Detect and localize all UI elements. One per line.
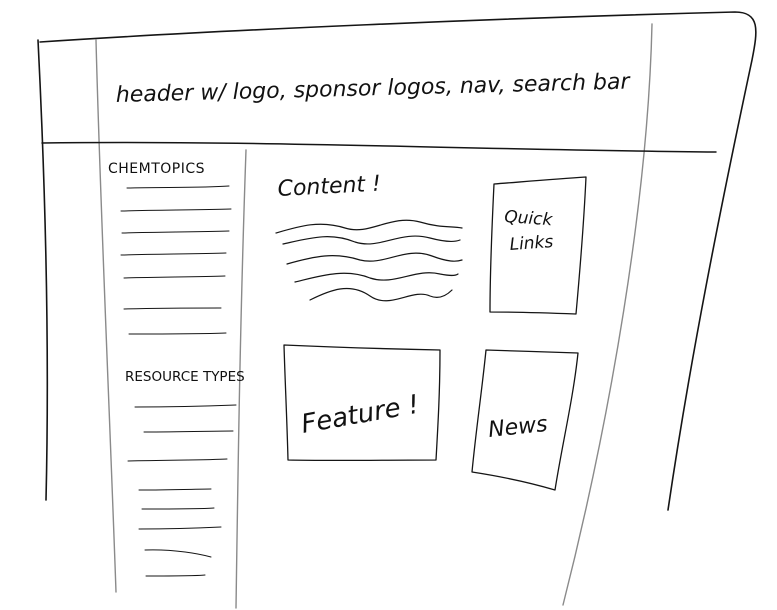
list-line	[127, 458, 228, 462]
list-line	[121, 230, 230, 234]
header-separator	[41, 141, 717, 153]
content-text-squiggles	[275, 219, 463, 302]
list-line	[138, 488, 212, 491]
list-line	[128, 332, 227, 335]
sidebar-title-chemtopics: CHEMTOPICS	[108, 161, 205, 177]
list-line	[120, 252, 227, 256]
list-line	[120, 208, 232, 212]
squiggle-line	[282, 235, 461, 245]
content-label: Content !	[277, 172, 381, 202]
squiggle-line	[275, 219, 463, 234]
list-line	[126, 185, 230, 189]
sidebar-list-chemtopics	[120, 185, 232, 335]
list-line	[143, 430, 234, 433]
column-guide-left	[95, 39, 117, 593]
squiggle-line	[309, 287, 453, 302]
page-frame-left	[37, 39, 49, 501]
list-line	[123, 275, 226, 279]
quick-links-label-line2: Links	[509, 232, 554, 255]
sidebar-list-resource-types	[127, 404, 237, 577]
list-line	[145, 574, 206, 577]
squiggle-line	[286, 252, 463, 265]
squiggle-line	[294, 272, 459, 283]
list-line	[144, 549, 212, 558]
list-line	[138, 526, 222, 530]
list-line	[123, 307, 222, 310]
list-line	[134, 404, 237, 408]
feature-label: Feature !	[299, 390, 421, 440]
list-line	[141, 507, 215, 510]
sidebar-title-resource-types: RESOURCE TYPES	[125, 369, 245, 385]
news-label: News	[487, 412, 549, 443]
header-label: header w/ logo, sponsor logos, nav, sear…	[116, 70, 632, 108]
wireframe-sketch: header w/ logo, sponsor logos, nav, sear…	[37, 11, 757, 609]
quick-links-label-line1: Quick	[504, 207, 555, 230]
